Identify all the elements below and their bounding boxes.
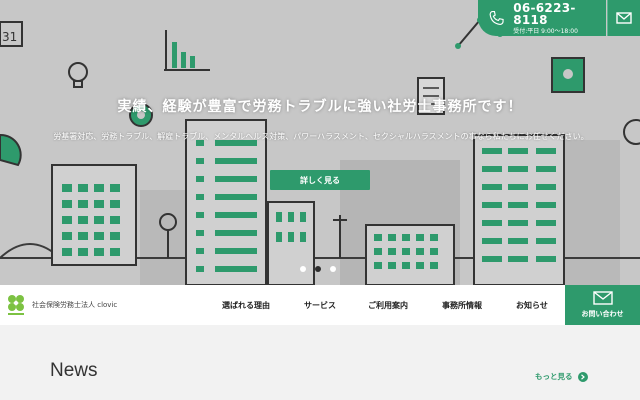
phone-icon [489,10,504,26]
contact-label: お問い合わせ [581,310,624,318]
phone-contact[interactable]: 06-6223-8118 受付:平日 9:00〜18:00 [478,0,606,36]
more-link[interactable]: もっと見る [535,371,588,382]
mail-icon [616,12,632,24]
details-button[interactable]: 詳しく見る [270,170,370,190]
slider-dots [300,266,336,272]
nav-item-usage-guide[interactable]: ご利用案内 [368,285,408,325]
nav-item-office-info[interactable]: 事務所情報 [442,285,482,325]
hero-subtext: 労基署対応、労務トラブル、解雇トラブル、メンタルヘルス対策、パワーハラスメント、… [53,132,589,141]
svg-text:31: 31 [2,30,17,44]
slide-dot-1[interactable] [300,266,306,272]
clover-logo-icon [8,295,24,315]
brand[interactable]: 社会保険労務士法人 clovic [6,293,117,317]
mail-header-button[interactable] [607,0,640,36]
news-heading: News [50,360,98,381]
hero-headline: 実績、経験が豊富で労務トラブルに強い社労士事務所です！ [117,99,523,115]
nav-item-reasons[interactable]: 選ばれる理由 [222,285,270,325]
more-label: もっと見る [535,372,573,381]
nav-item-services[interactable]: サービス [304,285,336,325]
slide-dot-2[interactable] [315,266,321,272]
contact-button[interactable]: お問い合わせ [565,285,640,325]
mail-icon [592,291,613,305]
phone-number[interactable]: 06-6223-8118 [513,2,606,26]
phone-hours: 受付:平日 9:00〜18:00 [513,27,578,35]
hero-banner: 31 06-6223-8118 受付:平日 9:00〜18:00 実績、経験が豊… [0,0,640,285]
nav-item-news[interactable]: お知らせ [516,285,548,325]
brand-name: 社会保険労務士法人 clovic [32,301,118,309]
slide-dot-3[interactable] [330,266,336,272]
arrow-right-icon [577,371,588,382]
main-navbar: 社会保険労務士法人 clovic 選ばれる理由 サービス ご利用案内 事務所情報… [0,285,640,325]
